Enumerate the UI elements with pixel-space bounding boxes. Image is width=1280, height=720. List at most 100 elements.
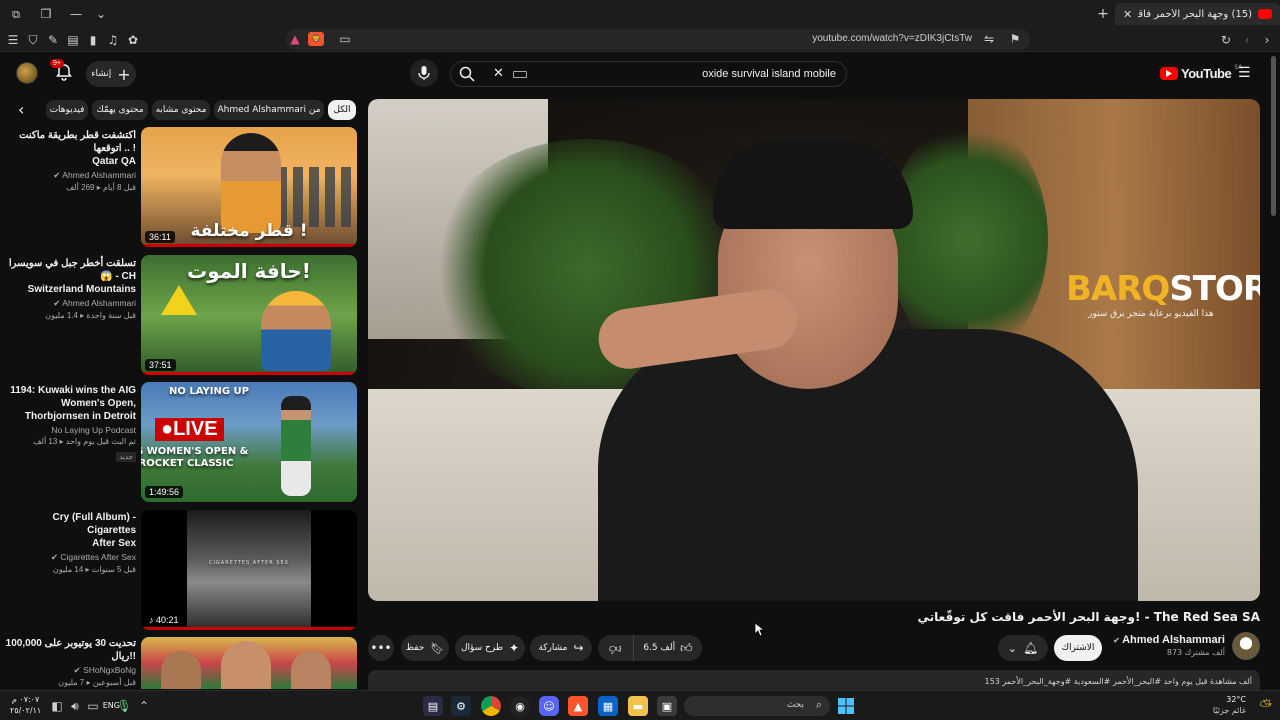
microphone-icon[interactable]: 🎙︎ xyxy=(116,699,131,713)
back-icon[interactable]: ‹ xyxy=(1240,32,1254,48)
ask-button[interactable]: طرح سؤال ✦ xyxy=(455,635,525,661)
share-button[interactable]: مشاركة ↪ xyxy=(530,635,592,661)
description-text: 153 ألف مشاهدة قبل يوم واحد #البحر_الأحم… xyxy=(984,677,1252,686)
menu-icon[interactable]: ☰ xyxy=(6,32,20,48)
chips-prev-icon[interactable]: ‹ xyxy=(18,100,34,120)
task-view-icon[interactable]: ▣ xyxy=(657,696,677,716)
youtube-play-icon xyxy=(1160,67,1178,80)
thumbnail-person xyxy=(161,651,201,689)
album-cover-caption: CIGARETTES AFTER SEX xyxy=(208,560,290,566)
screen-icon[interactable]: ▭ xyxy=(338,32,352,46)
video-meta: Cry (Full Album) - Cigarettes After Sex … xyxy=(4,511,136,574)
like-button[interactable]: 6.5 ألف 👍︎ xyxy=(634,635,702,661)
share-icon: ↪ xyxy=(573,641,584,655)
youtube-logo[interactable]: YouTube SA xyxy=(1160,64,1242,81)
description-box[interactable]: 153 ألف مشاهدة قبل يوم واحد #البحر_الأحم… xyxy=(368,670,1260,690)
search-box[interactable]: ✕ oxide survival island mobile xyxy=(450,61,847,87)
steam-icon[interactable]: ⚙ xyxy=(451,696,471,716)
notifications-tray-icon[interactable]: ◧ xyxy=(50,699,64,713)
video-thumbnail[interactable]: NO LAYING UP ●LIVE AIG WOMEN'S OPEN & RO… xyxy=(141,382,357,502)
avatar[interactable] xyxy=(16,62,38,84)
tune-icon[interactable]: ⇋ xyxy=(982,32,996,46)
subscribe-button[interactable]: الاشتراك xyxy=(1054,635,1102,661)
channel-name[interactable]: Ahmed Alshammari xyxy=(62,298,136,308)
more-actions-button[interactable]: ••• xyxy=(368,635,394,661)
volume-icon[interactable]: 🔊︎ xyxy=(68,699,82,713)
extension-icon[interactable]: ✿ xyxy=(126,32,140,48)
channel-name[interactable]: Ahmed Alshammari xyxy=(1122,634,1225,646)
search-input[interactable]: oxide survival island mobile xyxy=(702,68,836,80)
new-badge-label: جديد xyxy=(119,454,133,461)
file-explorer-icon[interactable]: ▬ xyxy=(628,696,648,716)
voice-search-button[interactable] xyxy=(410,59,438,87)
channel-name[interactable]: No Laying Up Podcast xyxy=(51,425,136,435)
page-scrollbar[interactable] xyxy=(1271,56,1276,216)
address-bar[interactable]: ▲ 🦁 ▭ youtube.com/watch?v=zDIK3jCtsTw ⇋ … xyxy=(286,29,1030,50)
brave-rewards-icon[interactable]: ▲ xyxy=(288,32,302,46)
windows-start-icon[interactable] xyxy=(836,696,856,716)
save-button[interactable]: حفظ 🔖︎ xyxy=(401,635,449,661)
new-tab-icon[interactable]: + xyxy=(1095,6,1111,22)
view-count: 7 مليون xyxy=(58,678,85,687)
dislike-button[interactable]: 👍︎ xyxy=(598,635,634,661)
chip-all[interactable]: الكل xyxy=(328,100,356,120)
sidebar-icon[interactable]: ▮ xyxy=(86,32,100,48)
channel-name[interactable]: Ahmed Alshammari xyxy=(62,170,136,180)
shield-icon[interactable]: ⛉ xyxy=(26,32,40,48)
duration-badge: ♪ 40:21 xyxy=(145,614,183,626)
obs-icon[interactable]: ◉ xyxy=(510,696,530,716)
channel-name[interactable]: Cigarettes After Sex xyxy=(60,552,136,562)
video-thumbnail[interactable]: CIGARETTES AFTER SEX ♪ 40:21 xyxy=(141,510,357,630)
active-tab[interactable]: ✕ (15) وجهة البحر الأحمر فاقت كل xyxy=(1115,3,1280,25)
create-button[interactable]: إنشاء + xyxy=(86,61,136,87)
channel-name[interactable]: SHoNgxBoNg xyxy=(83,665,136,675)
reader-icon[interactable]: ▤ xyxy=(66,32,80,48)
chip-videos[interactable]: فيديوهات xyxy=(46,100,88,120)
clock-date: ٢٥/٠٢/١١ xyxy=(10,706,42,715)
search-icon[interactable] xyxy=(459,66,477,84)
view-count: 14 مليون xyxy=(52,565,84,574)
sponsor-subtitle: هذا الفيديو برعاية متجر برق ستور xyxy=(1088,309,1214,319)
sidebar-toggle-icon[interactable]: ⧉ xyxy=(8,6,24,22)
channel-avatar[interactable] xyxy=(1232,632,1260,660)
clear-search-icon[interactable]: ✕ xyxy=(493,66,504,81)
reload-icon[interactable]: ↻ xyxy=(1218,32,1234,48)
video-thumbnail[interactable]: حافة الموت! 37:51 xyxy=(141,255,357,375)
chip-related[interactable]: محتوى مشابه xyxy=(152,100,210,120)
clock[interactable]: ٠٧:٠٧ م ٢٥/٠٢/١١ xyxy=(10,694,41,716)
video-meta: تسلقت أخطر جبل في سويسرا 😱 - CH Switzerl… xyxy=(4,257,136,320)
verified-icon: ✔ xyxy=(53,298,63,308)
chevron-down-icon[interactable]: ⌄ xyxy=(93,6,109,22)
discord-icon[interactable]: ☺ xyxy=(539,696,559,716)
music-icon[interactable]: ♫ xyxy=(106,32,120,48)
weather-widget[interactable]: 32°C غائم جزئيًا ⛅︎ xyxy=(1196,694,1280,718)
notification-bell-button[interactable]: ⌄ 🔔︎ xyxy=(998,635,1048,661)
minimize-icon[interactable]: — xyxy=(68,6,84,22)
album-cover: CIGARETTES AFTER SEX xyxy=(187,510,311,630)
weather-desc: غائم جزئيًا xyxy=(1212,706,1246,715)
share-label: مشاركة xyxy=(538,643,568,653)
notifications-icon[interactable]: 9+ xyxy=(50,59,74,84)
video-thumbnail[interactable] xyxy=(141,637,357,689)
guide-menu-icon[interactable]: ☰ xyxy=(1238,65,1254,81)
taskbar-app-icon[interactable]: ▤ xyxy=(423,696,443,716)
restore-window-icon[interactable]: ❐ xyxy=(38,6,54,22)
video-title-line2: Women's Open, Thorbjornsen in Detroit xyxy=(24,398,136,422)
duration-badge: 37:51 xyxy=(145,359,176,371)
brave-shields-icon[interactable]: 🦁 xyxy=(308,32,324,46)
taskbar-search[interactable]: بحث ⌕ xyxy=(684,696,830,716)
pin-icon[interactable]: ✎ xyxy=(46,32,60,48)
close-tab-icon[interactable]: ✕ xyxy=(1123,8,1132,21)
tray-overflow-icon[interactable]: ⌃ xyxy=(138,699,150,713)
chip-for-you[interactable]: محتوى يهمّك xyxy=(92,100,148,120)
video-player[interactable]: BARQSTORE هذا الفيديو برعاية متجر برق ست… xyxy=(368,99,1260,601)
weather-icon: ⛅︎ xyxy=(1259,696,1272,715)
video-thumbnail[interactable]: قطر مختلفة ! 36:11 xyxy=(141,127,357,247)
brave-icon[interactable]: ▲ xyxy=(568,696,588,716)
store-icon[interactable]: ▦ xyxy=(598,696,618,716)
bookmark-icon[interactable]: ⚑ xyxy=(1008,32,1022,46)
chrome-icon[interactable] xyxy=(481,696,501,716)
keyboard-icon[interactable] xyxy=(513,71,527,78)
forward-icon[interactable]: › xyxy=(1260,32,1274,48)
chip-from-channel[interactable]: Ahmed Alshammari من xyxy=(214,100,324,120)
